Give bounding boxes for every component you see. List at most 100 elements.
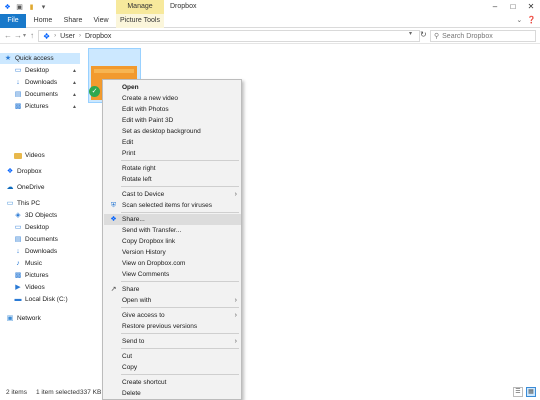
tab-share[interactable]: Share	[60, 14, 86, 28]
nav-item-videos[interactable]: Videos	[0, 150, 80, 161]
menu-item-restore-versions[interactable]: Restore previous versions	[104, 321, 241, 332]
breadcrumb-chevron-icon[interactable]: ›	[79, 33, 81, 39]
nav-item-onedrive[interactable]: ☁ OneDrive	[0, 182, 80, 193]
back-arrow-icon[interactable]: ←	[4, 31, 12, 40]
status-selection: 1 item selected	[36, 388, 80, 396]
menu-item-edit-photos[interactable]: Edit with Photos	[104, 104, 241, 115]
menu-label: Edit with Paint 3D	[122, 117, 174, 124]
menu-item-copy[interactable]: Copy	[104, 362, 241, 373]
menu-item-give-access[interactable]: Give access to ›	[104, 310, 241, 321]
tab-picture-tools[interactable]: Picture Tools	[116, 14, 164, 28]
menu-item-create-video[interactable]: Create a new video	[104, 93, 241, 104]
menu-label: Edit	[122, 139, 134, 146]
nav-item-downloads[interactable]: ↓ Downloads ▲	[0, 77, 80, 88]
menu-label: Send with Transfer...	[122, 227, 182, 234]
download-icon: ↓	[16, 78, 20, 86]
menu-item-set-background[interactable]: Set as desktop background	[104, 126, 241, 137]
menu-item-copy-dropbox-link[interactable]: Copy Dropbox link	[104, 236, 241, 247]
menu-item-edit-paint3d[interactable]: Edit with Paint 3D	[104, 115, 241, 126]
dropbox-location-icon: ❖	[43, 31, 51, 41]
menu-item-share[interactable]: ↗ Share	[104, 284, 241, 295]
nav-item-pictures[interactable]: ▩ Pictures ▲	[0, 101, 80, 112]
nav-item-local-disk[interactable]: ▬ Local Disk (C:)	[0, 294, 80, 305]
close-button[interactable]: ✕	[522, 0, 540, 14]
forward-arrow-icon[interactable]: →	[14, 31, 22, 40]
pin-icon[interactable]: ▲	[72, 104, 77, 110]
menu-label: Send to	[122, 338, 145, 345]
menu-item-edit[interactable]: Edit	[104, 137, 241, 148]
tab-home[interactable]: Home	[30, 14, 56, 28]
menu-item-open-with[interactable]: Open with ›	[104, 295, 241, 306]
breadcrumb-user[interactable]: User	[60, 33, 75, 40]
nav-item-this-pc[interactable]: ▭ This PC	[0, 198, 80, 209]
folder-icon	[14, 152, 22, 159]
menu-label: Delete	[122, 390, 141, 397]
menu-item-rotate-left[interactable]: Rotate left	[104, 174, 241, 185]
minimize-button[interactable]: –	[486, 0, 504, 14]
address-bar[interactable]: ❖ › User › Dropbox	[38, 30, 420, 42]
window-controls: – □ ✕	[486, 0, 540, 14]
menu-item-dropbox-share[interactable]: ❖ Share...	[104, 214, 241, 225]
menu-separator	[121, 307, 239, 308]
breadcrumb-chevron-icon[interactable]: ›	[54, 33, 56, 39]
tab-view[interactable]: View	[90, 14, 112, 28]
submenu-arrow-icon: ›	[234, 338, 237, 345]
menu-label: Cut	[122, 353, 133, 360]
breadcrumb-dropbox[interactable]: Dropbox	[85, 33, 111, 40]
menu-item-send-transfer[interactable]: Send with Transfer...	[104, 225, 241, 236]
nav-item-dropbox[interactable]: ❖ Dropbox	[0, 166, 80, 177]
menu-item-cut[interactable]: Cut	[104, 351, 241, 362]
nav-item-documents[interactable]: ▤ Documents ▲	[0, 89, 80, 100]
menu-separator	[121, 281, 239, 282]
tab-file[interactable]: File	[0, 14, 26, 28]
documents-icon: ▤	[14, 235, 22, 243]
nav-item-music[interactable]: ♪ Music	[0, 258, 80, 269]
maximize-button[interactable]: □	[504, 0, 522, 14]
details-view-icon[interactable]: ☰	[513, 387, 523, 397]
menu-item-version-history[interactable]: Version History	[104, 247, 241, 258]
nav-item-network[interactable]: ▣ Network	[0, 313, 80, 324]
pin-icon[interactable]: ▲	[72, 80, 77, 86]
menu-item-delete[interactable]: Delete	[104, 388, 241, 399]
menu-item-scan-viruses[interactable]: ⛨ Scan selected items for viruses	[104, 200, 241, 211]
nav-item-videos-pc[interactable]: ▶ Videos	[0, 282, 80, 293]
search-input[interactable]: ⚲ Search Dropbox	[430, 30, 536, 42]
nav-item-3d-objects[interactable]: ◈ 3D Objects	[0, 210, 80, 221]
address-dropdown-icon[interactable]: ▾	[409, 30, 412, 37]
up-arrow-icon[interactable]: ↑	[30, 31, 34, 40]
qat-dropdown-icon[interactable]: ▾	[39, 2, 48, 11]
recent-locations-icon[interactable]: ▾	[23, 32, 26, 39]
menu-item-print[interactable]: Print	[104, 148, 241, 159]
submenu-arrow-icon: ›	[234, 312, 237, 319]
help-icon[interactable]: ❓	[527, 16, 536, 24]
menu-item-send-to[interactable]: Send to ›	[104, 336, 241, 347]
nav-item-quick-access[interactable]: ★ Quick access	[0, 53, 80, 64]
nav-item-pictures-pc[interactable]: ▩ Pictures	[0, 270, 80, 281]
expand-ribbon-icon[interactable]: ⌄	[516, 16, 522, 24]
menu-label: Scan selected items for viruses	[122, 202, 212, 209]
nav-item-desktop-pc[interactable]: ▭ Desktop	[0, 222, 80, 233]
new-folder-icon[interactable]: ▮	[27, 2, 36, 11]
pin-icon[interactable]: ▲	[72, 68, 77, 74]
menu-label: Copy	[122, 364, 138, 371]
status-size: 337 KB	[80, 388, 102, 396]
menu-item-view-comments[interactable]: View Comments	[104, 269, 241, 280]
menu-item-view-dropbox-com[interactable]: View on Dropbox.com	[104, 258, 241, 269]
cube-icon: ◈	[15, 211, 21, 219]
nav-item-downloads-pc[interactable]: ↓ Downloads	[0, 246, 80, 257]
desktop-icon: ▭	[14, 223, 22, 231]
large-icons-view-icon[interactable]: ▦	[526, 387, 536, 397]
refresh-icon[interactable]: ↻	[420, 30, 427, 39]
music-icon: ♪	[16, 259, 20, 267]
nav-item-desktop[interactable]: ▭ Desktop ▲	[0, 65, 80, 76]
desktop-icon: ▭	[14, 66, 22, 74]
menu-item-cast-to-device[interactable]: Cast to Device ›	[104, 189, 241, 200]
nav-label: Downloads	[25, 79, 58, 86]
menu-item-create-shortcut[interactable]: Create shortcut	[104, 377, 241, 388]
pin-icon[interactable]: ▲	[72, 92, 77, 98]
menu-item-rotate-right[interactable]: Rotate right	[104, 163, 241, 174]
address-toolbar: ← → ▾ ↑ ❖ › User › Dropbox ▾ ↻ ⚲ Search …	[0, 28, 540, 44]
nav-item-documents-pc[interactable]: ▤ Documents	[0, 234, 80, 245]
menu-item-open[interactable]: Open	[104, 82, 241, 93]
properties-icon[interactable]: ▣	[15, 2, 24, 11]
